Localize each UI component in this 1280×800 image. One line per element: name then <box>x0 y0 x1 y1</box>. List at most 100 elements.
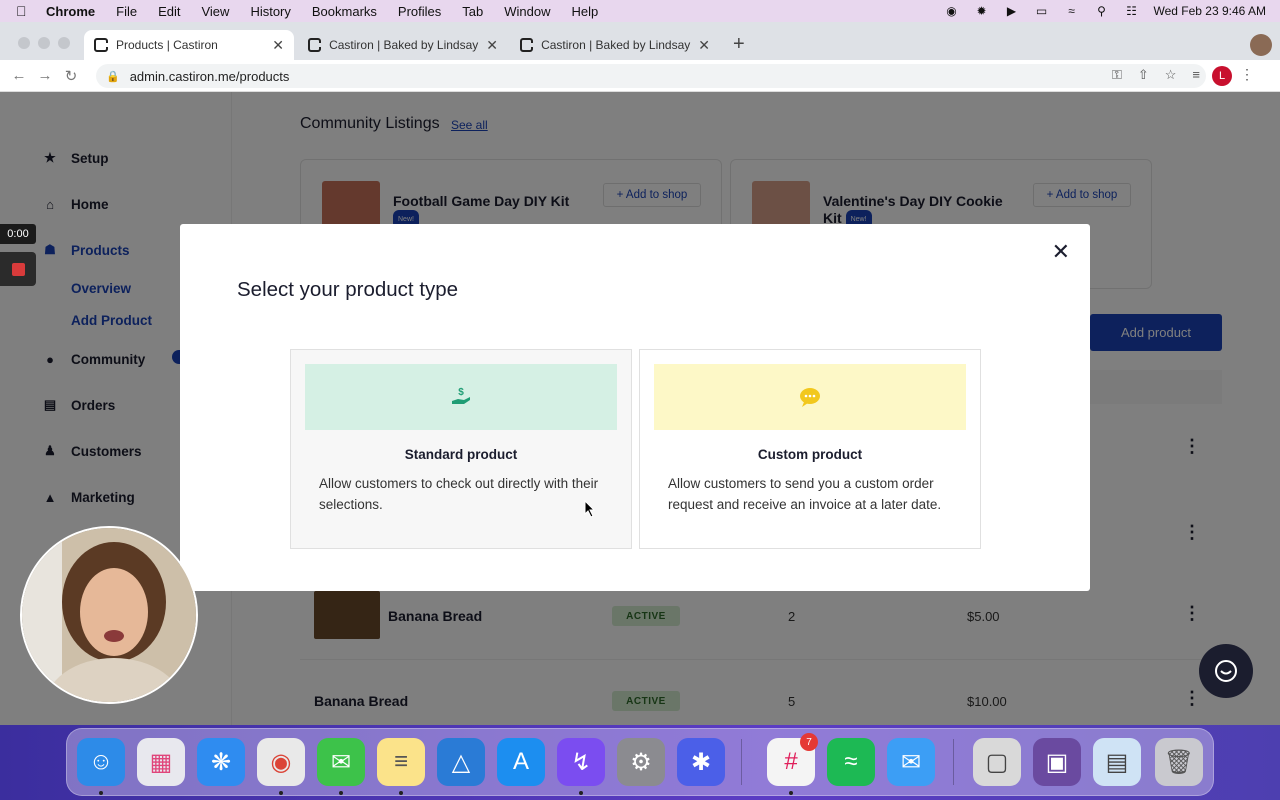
documents-stack-icon[interactable]: ▤ <box>1093 738 1141 786</box>
close-window-button[interactable] <box>18 37 30 49</box>
mail-icon[interactable]: ✉ <box>887 738 935 786</box>
menu-tab[interactable]: Tab <box>462 4 483 19</box>
profile-avatar[interactable] <box>1250 34 1272 56</box>
menu-bookmarks[interactable]: Bookmarks <box>312 4 377 19</box>
apple-icon[interactable]:  <box>16 3 34 19</box>
forward-arrow-icon[interactable]: → <box>32 67 58 84</box>
share-icon[interactable]: ⇧ <box>1138 67 1149 83</box>
product-type-modal: Select your product type ✕ $ Standard pr… <box>180 224 1090 591</box>
standard-product-option[interactable]: $ Standard product Allow customers to ch… <box>290 349 632 549</box>
minimize-window-button[interactable] <box>38 37 50 49</box>
menu-profiles[interactable]: Profiles <box>398 4 441 19</box>
chat-icon <box>1215 660 1237 682</box>
system-preferences-icon[interactable]: ⚙ <box>617 738 665 786</box>
downloads-stack-icon[interactable]: ▢ <box>973 738 1021 786</box>
search-icon[interactable]: ⚲ <box>1093 4 1109 18</box>
modal-title: Select your product type <box>237 278 459 301</box>
back-arrow-icon[interactable]: ← <box>6 67 32 84</box>
webcam-bubble <box>20 526 198 704</box>
keynote-icon[interactable]: △ <box>437 738 485 786</box>
recording-timer: 0:00 <box>0 224 36 244</box>
running-indicator <box>279 791 283 795</box>
key-icon[interactable]: ⚿ <box>1112 67 1122 83</box>
menu-history[interactable]: History <box>250 4 290 19</box>
option-banner: $ <box>305 364 617 430</box>
app-store-icon[interactable]: A <box>497 738 545 786</box>
play-status-icon[interactable]: ▶ <box>1003 4 1019 18</box>
status-area: ◉ ✹ ▶ ▭ ≈ ⚲ ☷ Wed Feb 23 9:46 AM <box>943 0 1266 22</box>
clock[interactable]: Wed Feb 23 9:46 AM <box>1153 4 1266 18</box>
launchpad-icon[interactable]: ▦ <box>137 738 185 786</box>
battery-icon[interactable]: ▭ <box>1033 4 1049 18</box>
close-icon[interactable]: ✕ <box>698 37 710 54</box>
running-indicator <box>99 791 103 795</box>
option-description: Allow customers to send you a custom ord… <box>668 476 942 512</box>
option-name: Custom product <box>757 447 863 462</box>
webcam-presenter-image <box>22 528 196 702</box>
dock-separator <box>953 739 954 785</box>
menu-edit[interactable]: Edit <box>158 4 180 19</box>
reading-list-icon[interactable]: ≡ <box>1192 67 1200 83</box>
tab-strip: Products | Castiron ✕ Castiron | Baked b… <box>0 22 1280 60</box>
close-icon[interactable]: ✕ <box>272 37 284 54</box>
zoom-window-button[interactable] <box>58 37 70 49</box>
stop-icon <box>11 262 25 276</box>
bookmark-star-icon[interactable]: ☆ <box>1165 67 1177 83</box>
tab-title: Castiron | Baked by Lindsay <box>541 38 691 52</box>
chrome-icon[interactable]: ◉ <box>257 738 305 786</box>
tab-title: Castiron | Baked by Lindsay <box>329 38 479 52</box>
menu-file[interactable]: File <box>116 4 137 19</box>
castiron-favicon-icon <box>308 38 322 52</box>
menu-help[interactable]: Help <box>572 4 599 19</box>
control-center-icon[interactable]: ☷ <box>1123 4 1139 18</box>
tab-products[interactable]: Products | Castiron ✕ <box>84 30 294 60</box>
option-description: Allow customers to check out directly wi… <box>319 476 599 512</box>
url-text[interactable]: admin.castiron.me/products <box>130 69 290 84</box>
tab-storefront-2[interactable]: Castiron | Baked by Lindsay ✕ <box>510 30 720 60</box>
window-controls <box>18 37 70 49</box>
stop-recording-button[interactable] <box>0 252 36 286</box>
chrome-menu-icon[interactable]: ⋮ <box>1240 66 1254 83</box>
lock-icon[interactable]: 🔒 <box>106 70 120 83</box>
asana-icon[interactable]: ✱ <box>677 738 725 786</box>
reload-icon[interactable]: ↻ <box>58 67 84 85</box>
option-name: Standard product <box>404 447 518 462</box>
dock: ☺ ▦ ❋ ◉ ✉ ≡ △ A ↯ ⚙ ✱ # 7 ≈ ✉ ▢ ▣ ▤ 🗑 <box>66 728 1214 796</box>
close-icon[interactable]: ✕ <box>1052 241 1070 263</box>
tab-storefront-1[interactable]: Castiron | Baked by Lindsay ✕ <box>298 30 508 60</box>
trash-icon[interactable]: 🗑 <box>1155 738 1203 786</box>
chrome-profile-avatar[interactable]: L <box>1212 66 1232 86</box>
screenshot-stack-icon[interactable]: ▣ <box>1033 738 1081 786</box>
support-chat-button[interactable] <box>1199 644 1253 698</box>
svg-text:$: $ <box>458 387 464 398</box>
wifi-icon[interactable]: ≈ <box>1063 4 1079 18</box>
new-tab-button[interactable]: + <box>733 34 745 54</box>
menu-view[interactable]: View <box>201 4 229 19</box>
mouse-cursor-icon <box>584 500 596 518</box>
option-banner <box>654 364 966 430</box>
slack-notification-badge: 7 <box>800 733 818 751</box>
finder-icon[interactable]: ☺ <box>77 738 125 786</box>
notes-icon[interactable]: ≡ <box>377 738 425 786</box>
dock-separator <box>741 739 742 785</box>
running-indicator <box>399 791 403 795</box>
gear-status-icon[interactable]: ✹ <box>973 4 989 18</box>
tab-title: Products | Castiron <box>116 38 218 52</box>
address-bar[interactable]: 🔒 admin.castiron.me/products ⚿ ⇧ ☆ ≡ <box>96 64 1206 88</box>
messenger-icon[interactable]: ↯ <box>557 738 605 786</box>
running-indicator <box>339 791 343 795</box>
browser-toolbar: ← → ↻ 🔒 admin.castiron.me/products ⚿ ⇧ ☆… <box>0 60 1280 92</box>
custom-product-option[interactable]: Custom product Allow customers to send y… <box>639 349 981 549</box>
safari-icon[interactable]: ❋ <box>197 738 245 786</box>
castiron-favicon-icon <box>94 38 108 52</box>
menu-items: Chrome File Edit View History Bookmarks … <box>46 4 619 19</box>
menu-window[interactable]: Window <box>504 4 550 19</box>
messages-icon[interactable]: ✉ <box>317 738 365 786</box>
close-icon[interactable]: ✕ <box>486 37 498 54</box>
hand-dollar-icon: $ <box>452 387 470 404</box>
castiron-favicon-icon <box>520 38 534 52</box>
omnibox-actions: ⚿ ⇧ ☆ ≡ <box>1112 67 1200 83</box>
chrome-status-icon[interactable]: ◉ <box>943 4 959 18</box>
spotify-icon[interactable]: ≈ <box>827 738 875 786</box>
menu-app-name[interactable]: Chrome <box>46 4 95 19</box>
